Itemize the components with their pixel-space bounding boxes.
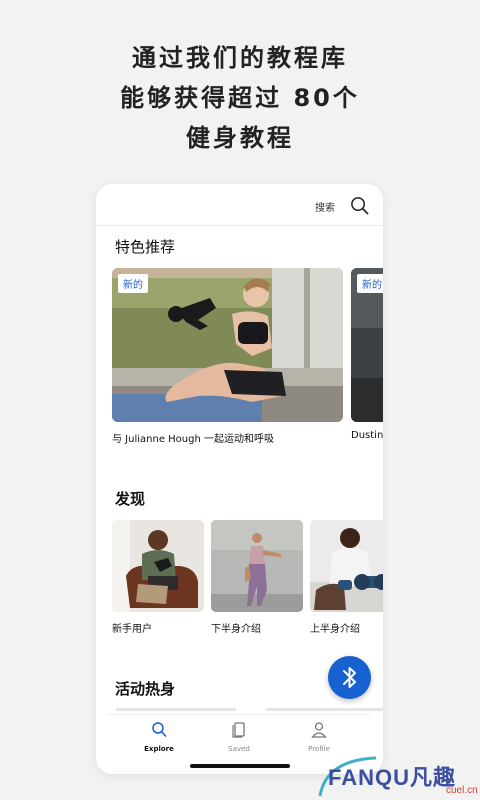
search-label[interactable]: 搜索 [315,199,335,214]
discover-card-lower-body[interactable] [211,520,303,612]
home-indicator [190,764,290,768]
new-badge: 新的 [118,274,148,293]
warmup-section-title: 活动热身 [115,680,176,698]
bookmark-icon [232,722,245,738]
discover-section-title: 发现 [115,490,146,508]
warmup-card-peek[interactable] [116,708,236,711]
search-icon[interactable] [350,196,369,215]
top-bar: 搜索 [96,184,383,226]
phone-screen: 搜索 特色推荐 新的 新的 与 Julianne Hough 一起运动和呼吸 D… [96,184,383,774]
bluetooth-icon [343,667,356,688]
discover-card-image [310,520,383,612]
featured-card-caption: 与 Julianne Hough 一起运动和呼吸 [112,434,274,445]
featured-card-caption: Dustin [351,430,383,441]
headline-line-2: 能够获得超过 80个 [120,84,360,112]
tab-label: Explore [144,745,174,753]
tab-saved[interactable]: Saved [199,715,279,759]
discover-card-image [211,520,303,612]
search-icon [152,722,167,737]
warmup-card-peek[interactable] [266,708,383,711]
featured-section-title: 特色推荐 [115,238,176,256]
watermark-logo: FANQU凡趣 cuel.cn [316,752,480,800]
tab-label: Saved [228,745,250,753]
tab-explore[interactable]: Explore [119,715,199,759]
headline-line-1: 通过我们的教程库 [132,44,348,72]
headline-line-3: 健身教程 [186,124,294,152]
discover-card-upper-body[interactable] [310,520,383,612]
person-icon [311,722,327,738]
bluetooth-button[interactable] [328,656,371,699]
discover-caption: 上半身介绍 [310,624,360,635]
discover-caption: 新手用户 [112,624,152,635]
featured-card-dustin[interactable]: 新的 [351,268,383,422]
discover-card-beginner[interactable] [112,520,204,612]
watermark-text: FANQU凡趣 [328,765,457,790]
discover-card-image [112,520,204,612]
watermark-subtext: cuel.cn [446,785,478,796]
featured-card-julianne[interactable]: 新的 [112,268,343,422]
discover-caption: 下半身介绍 [211,624,261,635]
new-badge: 新的 [357,274,383,293]
headline: 通过我们的教程库 能够获得超过 80个 健身教程 [0,38,480,158]
